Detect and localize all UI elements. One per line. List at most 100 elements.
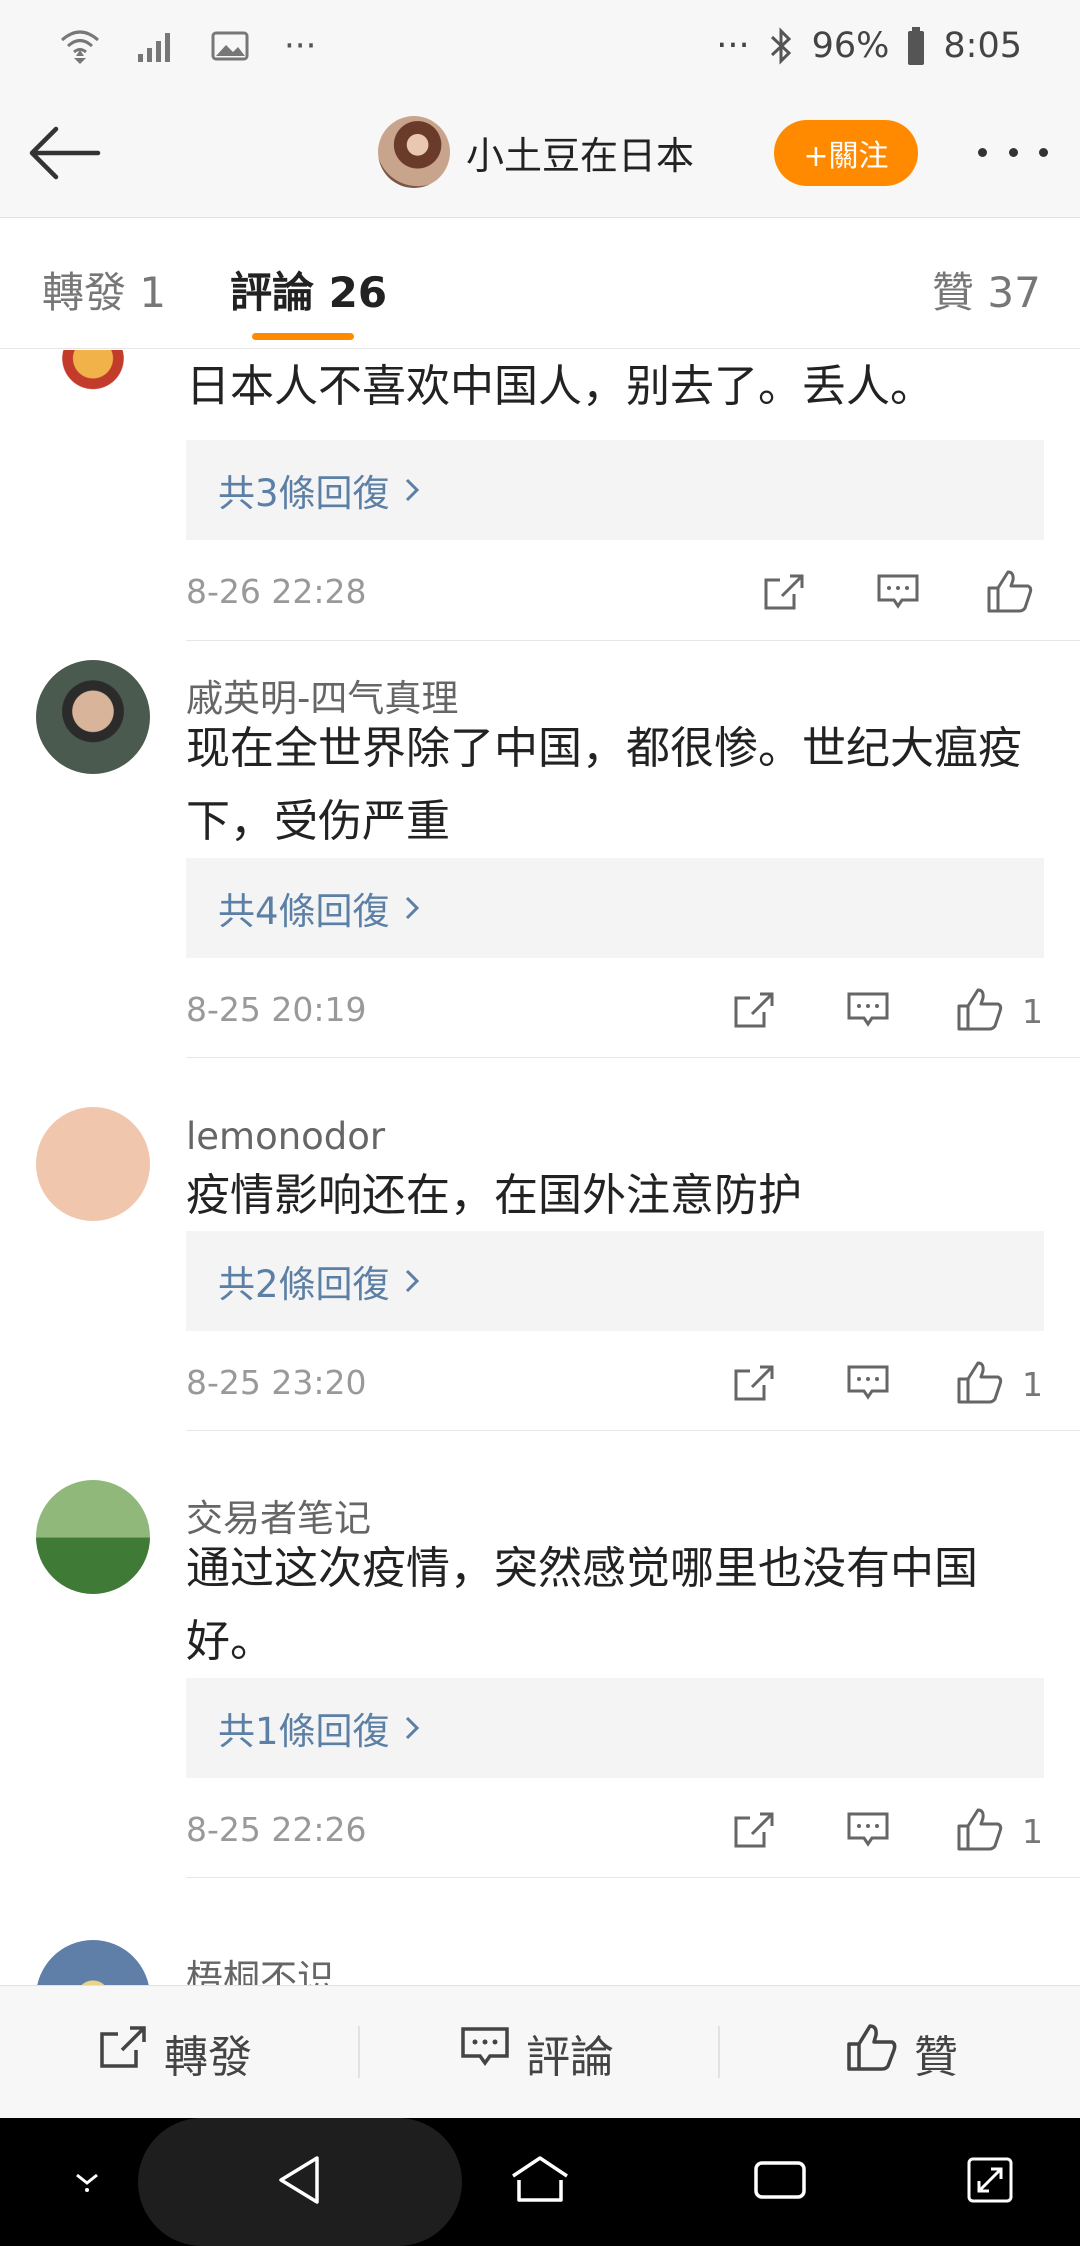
tab-repost-label: 轉發: [42, 268, 127, 317]
weibo-comments-screen: ··· ··· 96% 8:05 小土豆在日本 +關注 轉發 1 評論 26 贊…: [0, 0, 1080, 2246]
like-count: 1: [1022, 1811, 1043, 1851]
bar-divider: [358, 2026, 360, 2078]
comment-avatar[interactable]: [36, 1107, 150, 1221]
back-button[interactable]: [26, 122, 106, 188]
tab-repost-count: 1: [139, 268, 167, 317]
comment-divider: [186, 640, 1080, 641]
comment-username[interactable]: 梧桐不识: [186, 1948, 334, 1985]
back-triangle-icon: [275, 2154, 325, 2210]
replies-count: 共3條回復: [218, 472, 390, 515]
share-comment-button[interactable]: [762, 572, 806, 616]
more-dot-icon: [1039, 147, 1048, 157]
share-comment-button[interactable]: [732, 1363, 776, 1407]
comment-text: 日本人不喜欢中国人，别去了。丢人。: [186, 361, 934, 412]
chevron-right-icon: [404, 1715, 420, 1741]
comment-divider: [186, 1057, 1080, 1058]
like-label: 贊: [914, 2031, 958, 2083]
chevron-down-icon: [67, 2165, 107, 2199]
nav-expand-button[interactable]: [950, 2118, 1030, 2246]
thumbs-up-icon: [986, 568, 1034, 618]
author-name[interactable]: 小土豆在日本: [466, 125, 694, 180]
comment-avatar[interactable]: [36, 1940, 150, 1985]
repost-label: 轉發: [164, 2031, 252, 2083]
bluetooth-icon: [768, 26, 794, 66]
comment-avatar[interactable]: [36, 660, 150, 774]
comment-icon: [460, 2024, 510, 2081]
bar-divider: [718, 2026, 720, 2078]
thumbs-up-icon: [956, 1806, 1004, 1856]
tab-like-label: 贊: [932, 268, 975, 317]
nav-back-button[interactable]: [260, 2118, 340, 2246]
status-more-left: ···: [284, 26, 317, 66]
share-comment-button[interactable]: [732, 1810, 776, 1854]
comment-icon: [846, 1363, 890, 1407]
more-options-button[interactable]: [978, 132, 1048, 172]
comment-text: 现在全世界除了中国，都很惨。世纪大瘟疫下，受伤严重: [186, 723, 1022, 847]
follow-button[interactable]: +關注: [774, 120, 918, 186]
like-comment-button[interactable]: [986, 568, 1052, 618]
thumbs-up-icon: [846, 2022, 898, 2083]
comment-divider: [186, 1877, 1080, 1878]
comment-avatar[interactable]: [36, 350, 150, 404]
comment-label: 評論: [526, 2031, 614, 2083]
more-dot-icon: [1008, 147, 1018, 157]
system-navigation-bar: [0, 2118, 1080, 2246]
nav-hide-button[interactable]: [62, 2118, 112, 2246]
view-replies-button[interactable]: 共3條回復: [186, 440, 1044, 540]
comment-button[interactable]: 評論: [460, 1986, 614, 2119]
expand-icon: [965, 2155, 1015, 2209]
like-comment-button[interactable]: 1: [956, 1806, 1043, 1856]
post-header: 小土豆在日本 +關注: [0, 92, 1080, 218]
battery-percent: 96%: [811, 26, 890, 66]
share-icon: [732, 990, 776, 1034]
share-icon: [762, 572, 806, 616]
repost-button[interactable]: 轉發: [98, 1986, 252, 2119]
comment-icon: [846, 1810, 890, 1854]
reply-comment-button[interactable]: [846, 1810, 890, 1854]
share-icon: [732, 1810, 776, 1854]
comment-avatar[interactable]: [36, 1480, 150, 1594]
like-comment-button[interactable]: 1: [956, 986, 1043, 1036]
thumbs-up-icon: [956, 1359, 1004, 1409]
like-count: 1: [1022, 1364, 1043, 1404]
signal-icon: [136, 28, 176, 64]
tab-like[interactable]: 贊 37: [932, 259, 1041, 320]
author-avatar[interactable]: [378, 116, 450, 188]
tab-repost[interactable]: 轉發 1: [42, 259, 166, 320]
status-more-right: ···: [716, 26, 750, 66]
author-info[interactable]: 小土豆在日本: [378, 116, 694, 188]
replies-count: 共4條回復: [218, 890, 390, 933]
share-icon: [98, 2024, 148, 2081]
comment-time: 8-25 23:20: [186, 1363, 367, 1402]
view-replies-button[interactable]: 共1條回復: [186, 1678, 1044, 1778]
chevron-right-icon: [404, 1268, 420, 1294]
view-replies-button[interactable]: 共4條回復: [186, 858, 1044, 958]
comment-list[interactable]: 日本人不喜欢中国人，别去了。丢人。 共3條回復 8-26 22:28 戚英明-四…: [0, 350, 1080, 1985]
reply-comment-button[interactable]: [846, 1363, 890, 1407]
home-icon: [509, 2154, 571, 2210]
like-count: 1: [1022, 991, 1043, 1031]
nav-recents-button[interactable]: [740, 2118, 820, 2246]
image-icon: [210, 29, 250, 63]
view-replies-button[interactable]: 共2條回復: [186, 1231, 1044, 1331]
tab-comment-label: 評論: [230, 268, 315, 317]
comment-username[interactable]: lemonodor: [186, 1115, 385, 1158]
comment-text: 通过这次疫情，突然感觉哪里也没有中国好。: [186, 1543, 978, 1667]
reply-comment-button[interactable]: [876, 572, 920, 616]
comment-icon: [846, 990, 890, 1034]
tab-comment-count: 26: [328, 268, 388, 317]
status-bar: ··· ··· 96% 8:05: [0, 0, 1080, 92]
nav-home-button[interactable]: [500, 2118, 580, 2246]
post-action-bar: 轉發 評論 贊: [0, 1985, 1080, 2118]
recents-icon: [752, 2157, 808, 2207]
post-tabs: 轉發 1 評論 26 贊 37: [0, 219, 1080, 349]
share-comment-button[interactable]: [732, 990, 776, 1034]
thumbs-up-icon: [956, 986, 1004, 1036]
tab-comment[interactable]: 評論 26: [230, 259, 387, 320]
clock: 8:05: [943, 26, 1022, 66]
chevron-right-icon: [404, 477, 420, 503]
like-button[interactable]: 贊: [846, 1986, 958, 2119]
reply-comment-button[interactable]: [846, 990, 890, 1034]
comment-divider: [186, 1430, 1080, 1431]
like-comment-button[interactable]: 1: [956, 1359, 1043, 1409]
